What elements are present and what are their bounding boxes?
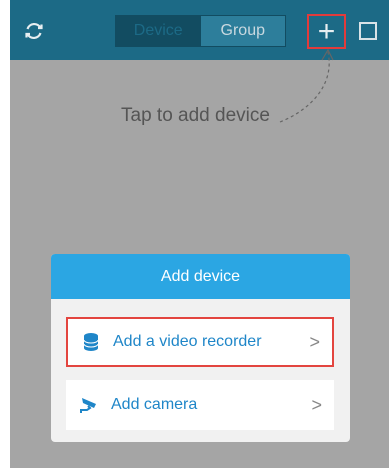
chevron-right-icon: > [309,331,320,352]
add-video-recorder-option[interactable]: Add a video recorder > [66,317,334,367]
add-video-recorder-label: Add a video recorder [113,333,262,350]
database-icon [81,332,101,352]
chevron-right-icon: > [311,394,322,415]
add-device-hint: Tap to add device [121,105,270,126]
add-device-dialog: Add device Add a video recorder > Add ca… [51,254,350,442]
app-screen: Device Group + Tap to add device Add dev… [10,0,389,468]
camera-icon [79,395,99,415]
add-camera-option[interactable]: Add camera > [66,380,334,430]
dialog-title: Add device [51,254,350,299]
add-camera-label: Add camera [111,396,198,413]
